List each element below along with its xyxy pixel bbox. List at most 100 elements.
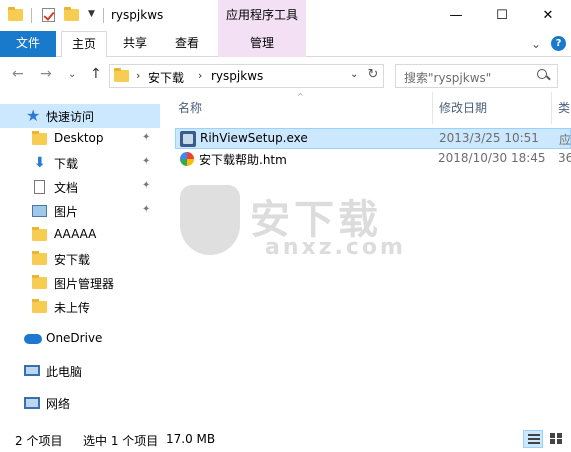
tab-share[interactable]: 共享 bbox=[112, 31, 158, 57]
title-bar: ▼ ryspjkws 应用程序工具 — ☐ ✕ bbox=[0, 0, 571, 31]
column-header-type[interactable]: 类 bbox=[558, 92, 570, 124]
maximize-button[interactable]: ☐ bbox=[479, 0, 525, 31]
context-tab-group-label: 应用程序工具 bbox=[218, 0, 306, 31]
status-size: 17.0 MB bbox=[166, 432, 216, 446]
details-view-icon bbox=[528, 434, 540, 444]
star-icon: ★ bbox=[26, 106, 41, 125]
folder-icon bbox=[32, 227, 47, 241]
minimize-button[interactable]: — bbox=[433, 0, 479, 31]
close-button[interactable]: ✕ bbox=[525, 0, 571, 31]
sidebar-item-label: Desktop bbox=[54, 131, 104, 145]
folder-icon bbox=[32, 251, 47, 265]
file-name: RihViewSetup.exe bbox=[200, 131, 308, 145]
sidebar-item-label: 快速访问 bbox=[46, 110, 95, 124]
quick-access-toolbar-dropdown-icon[interactable]: ▼ bbox=[88, 9, 95, 19]
watermark-text: anxz.com bbox=[265, 235, 406, 260]
status-item-count: 2 个项目 bbox=[15, 434, 63, 448]
sidebar-item-label: OneDrive bbox=[46, 331, 103, 345]
sidebar-item-label: 此电脑 bbox=[46, 365, 83, 379]
large-icons-view-button[interactable] bbox=[546, 430, 566, 448]
sidebar-item-downloads[interactable]: ⬇ 下载 ✦ bbox=[0, 151, 160, 175]
refresh-icon[interactable]: ↻ bbox=[364, 66, 382, 84]
sidebar-item-label: 未上传 bbox=[54, 301, 91, 315]
column-separator[interactable] bbox=[432, 92, 433, 124]
chevron-down-icon[interactable]: ⌄ bbox=[531, 37, 541, 51]
search-input[interactable]: 搜索"ryspjkws" bbox=[395, 64, 558, 88]
back-arrow-icon[interactable]: ← bbox=[12, 66, 24, 82]
column-header-name[interactable]: 名称 bbox=[178, 92, 202, 124]
search-placeholder: 搜索"ryspjkws" bbox=[404, 71, 492, 85]
pictures-icon bbox=[32, 204, 48, 218]
column-separator[interactable] bbox=[551, 92, 552, 124]
search-icon[interactable] bbox=[537, 69, 551, 83]
recent-locations-icon[interactable]: ⌄ bbox=[68, 69, 76, 80]
sidebar-item-label: 安下载 bbox=[54, 253, 91, 267]
column-header-date[interactable]: 修改日期 bbox=[439, 92, 487, 124]
separator bbox=[31, 8, 32, 23]
breadcrumb-separator-icon[interactable]: › bbox=[198, 69, 202, 82]
watermark-logo: 安下载 anxz.com bbox=[170, 185, 403, 275]
htm-icon bbox=[179, 151, 195, 167]
tab-manage[interactable]: 管理 bbox=[218, 31, 306, 57]
file-row[interactable]: 安下载帮助.htm 2018/10/30 18:45 36 bbox=[175, 149, 571, 170]
shield-icon bbox=[180, 185, 240, 255]
status-bar: 2 个项目 选中 1 个项目 17.0 MB bbox=[0, 426, 571, 452]
sidebar-item-label: 网络 bbox=[46, 397, 71, 411]
status-selection: 选中 1 个项目 bbox=[83, 434, 159, 448]
breadcrumb-separator-icon[interactable]: › bbox=[136, 69, 140, 82]
sidebar-item-label: 图片管理器 bbox=[54, 277, 115, 291]
forward-arrow-icon[interactable]: → bbox=[40, 66, 52, 82]
folder-icon bbox=[114, 68, 129, 82]
sidebar-item-pictures[interactable]: 图片 ✦ bbox=[0, 199, 160, 223]
tab-file[interactable]: 文件 bbox=[0, 31, 56, 57]
folder-icon bbox=[32, 299, 47, 313]
sidebar-item-network[interactable]: 网络 bbox=[0, 391, 160, 415]
properties-icon[interactable] bbox=[41, 7, 57, 23]
sidebar-item-onedrive[interactable]: OneDrive bbox=[0, 327, 160, 351]
up-arrow-icon[interactable]: ↑ bbox=[90, 66, 102, 82]
sort-indicator-icon: ^ bbox=[297, 92, 304, 101]
address-dropdown-icon[interactable]: ⌄ bbox=[350, 69, 358, 80]
document-icon bbox=[32, 180, 48, 194]
sidebar-item-label: 图片 bbox=[54, 205, 79, 219]
folder-icon bbox=[32, 275, 47, 289]
file-date: 2018/10/30 18:45 bbox=[438, 151, 546, 165]
sidebar-item-documents[interactable]: 文档 ✦ bbox=[0, 175, 160, 199]
pin-icon[interactable]: ✦ bbox=[142, 132, 150, 143]
sidebar-item-aaaaa[interactable]: AAAAA bbox=[0, 223, 160, 247]
details-view-button[interactable] bbox=[523, 430, 543, 448]
navigation-pane: ★ 快速访问 Desktop ✦ ⬇ 下载 ✦ 文档 ✦ 图片 ✦ AAAAA … bbox=[0, 92, 160, 426]
file-name: 安下载帮助.htm bbox=[199, 153, 287, 167]
sidebar-item-desktop[interactable]: Desktop ✦ bbox=[0, 127, 160, 151]
sidebar-item-not-uploaded[interactable]: 未上传 bbox=[0, 295, 160, 319]
sidebar-item-label: 文档 bbox=[54, 181, 79, 195]
ribbon-tabs: 文件 主页 共享 查看 管理 ⌄ ? bbox=[0, 31, 571, 58]
folder-icon bbox=[8, 7, 24, 23]
sidebar-item-anxiazai[interactable]: 安下载 bbox=[0, 247, 160, 271]
pin-icon[interactable]: ✦ bbox=[142, 180, 150, 191]
new-folder-icon[interactable] bbox=[64, 7, 80, 23]
folder-icon bbox=[32, 131, 47, 145]
address-bar[interactable]: › 安下载 › ryspjkws bbox=[109, 64, 384, 88]
sidebar-item-label: AAAAA bbox=[54, 227, 97, 241]
tab-home[interactable]: 主页 bbox=[61, 31, 107, 58]
sidebar-item-quick-access[interactable]: ★ 快速访问 bbox=[0, 104, 160, 128]
help-icon[interactable]: ? bbox=[551, 36, 566, 51]
sidebar-item-this-pc[interactable]: 此电脑 bbox=[0, 359, 160, 383]
large-icons-view-icon bbox=[550, 433, 555, 438]
breadcrumb-item[interactable]: 安下载 bbox=[148, 69, 184, 86]
sidebar-item-image-manager[interactable]: 图片管理器 bbox=[0, 271, 160, 295]
file-row[interactable]: RihViewSetup.exe 2013/3/25 10:51 应 bbox=[175, 128, 571, 149]
download-icon: ⬇ bbox=[34, 155, 46, 171]
file-type: 应 bbox=[559, 133, 571, 147]
pin-icon[interactable]: ✦ bbox=[142, 204, 150, 215]
sidebar-item-label: 下载 bbox=[54, 157, 79, 171]
breadcrumb-item[interactable]: ryspjkws bbox=[211, 69, 263, 83]
exe-icon bbox=[180, 131, 196, 147]
pin-icon[interactable]: ✦ bbox=[142, 156, 150, 167]
separator bbox=[103, 8, 104, 23]
file-type: 36 bbox=[558, 151, 571, 165]
window-title: ryspjkws bbox=[111, 8, 164, 22]
tab-view[interactable]: 查看 bbox=[164, 31, 210, 57]
file-date: 2013/3/25 10:51 bbox=[439, 131, 539, 145]
